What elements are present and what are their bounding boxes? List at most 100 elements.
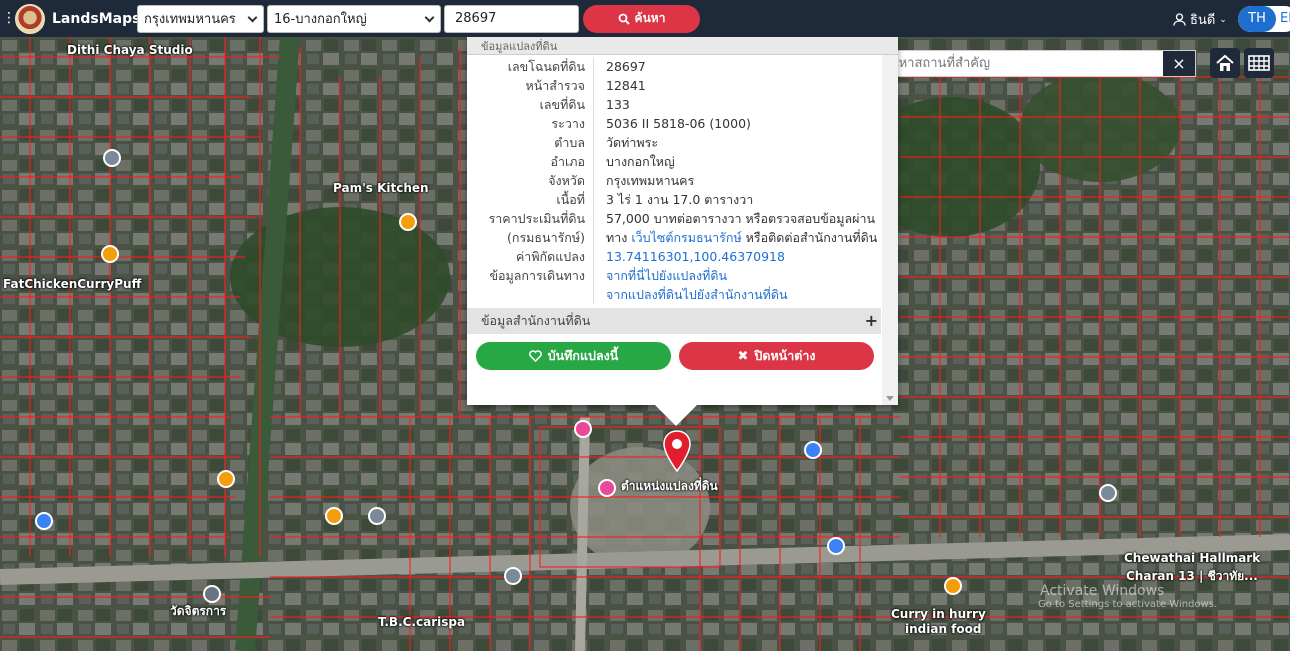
info-row-treasury: (กรมธนารักษ์) ทาง เว็บไซต์กรมธนารักษ์ หร… (467, 228, 881, 247)
map-label-curry-hurry: Curry in hurry (891, 607, 986, 621)
menu-icon[interactable]: ⋮ (2, 0, 16, 37)
province-select[interactable]: กรุงเทพมหานคร (137, 4, 264, 33)
map-label-pams-kitchen: Pam's Kitchen (333, 181, 429, 195)
info-row-directions: ข้อมูลการเดินทาง จากที่นี่ไปยังแปลงที่ดิ… (467, 266, 881, 285)
map-label-land-marker: ตำแหน่งแปลงที่ดิน (621, 479, 718, 493)
brand-name[interactable]: LandsMaps (52, 11, 140, 27)
map-label-fat-chicken: FatChickenCurryPuff (3, 277, 142, 291)
temple-poi-icon[interactable] (203, 585, 221, 603)
info-value: 5036 II 5818-06 (1000) (606, 116, 751, 131)
user-icon (1173, 13, 1186, 26)
info-row-deed: เลขโฉนดที่ดิน 28697 (467, 57, 881, 76)
language-toggle[interactable]: TH EN (1238, 6, 1290, 32)
search-icon (618, 13, 630, 25)
hotel-poi-icon[interactable] (598, 479, 616, 497)
expand-plus-icon[interactable]: + (865, 308, 878, 334)
home-button[interactable] (1210, 48, 1240, 78)
value-prefix: ทาง (606, 230, 632, 245)
chevron-down-icon: ⌄ (1219, 14, 1227, 25)
deed-number-input[interactable] (444, 4, 579, 33)
lang-en[interactable]: EN (1280, 6, 1290, 32)
shopping-poi-icon[interactable] (827, 537, 845, 555)
info-value: 57,000 บาทต่อตารางวา หรือตรวจสอบข้อมูลผ่… (606, 211, 876, 226)
info-value: วัดท่าพระ (606, 135, 659, 150)
info-value: 133 (606, 97, 630, 112)
map-label-dithi-chaya: Dithi Chaya Studio (67, 43, 193, 57)
restaurant-poi-icon[interactable] (101, 245, 119, 263)
save-parcel-label: บันทึกแปลงนี้ (547, 348, 619, 363)
info-label: อำเภอ (467, 152, 594, 171)
os-activation-watermark: Activate Windows Go to Settings to activ… (1038, 583, 1218, 610)
place-search-box: × (876, 50, 1196, 77)
map-poi-icon[interactable] (103, 149, 121, 167)
land-office-section-label: ข้อมูลสำนักงานที่ดิน (481, 313, 591, 328)
home-icon (1216, 54, 1234, 71)
watermark-title: Activate Windows (1040, 583, 1165, 599)
search-button-label: ค้นหา (634, 11, 666, 25)
grid-icon (1248, 55, 1270, 71)
district-select[interactable]: 16-บางกอกใหญ่ (267, 4, 441, 33)
info-value: จากที่นี่ไปยังแปลงที่ดิน (594, 266, 727, 285)
directions-to-parcel-link[interactable]: จากที่นี่ไปยังแปลงที่ดิน (606, 268, 727, 283)
grid-toggle-button[interactable] (1244, 48, 1274, 78)
save-parcel-button[interactable]: บันทึกแปลงนี้ (476, 342, 671, 370)
info-label: หน้าสำรวจ (467, 76, 594, 95)
close-window-label: ปิดหน้าต่าง (754, 348, 816, 363)
place-search-input[interactable] (877, 51, 1167, 76)
info-row-appraisal: ราคาประเมินที่ดิน 57,000 บาทต่อตารางวา ห… (467, 209, 881, 228)
restaurant-poi-icon[interactable] (217, 470, 235, 488)
shopping-poi-icon[interactable] (35, 512, 53, 530)
info-value: 3 ไร่ 1 งาน 17.0 ตารางวา (606, 192, 754, 207)
info-label: ตำบล (467, 133, 594, 152)
scroll-down-icon[interactable] (886, 396, 894, 401)
chevron-down-icon (424, 12, 435, 22)
info-row-subdistrict: ตำบล วัดท่าพระ (467, 133, 881, 152)
info-value: 13.74116301,100.46370918 (594, 247, 785, 266)
landsmaps-logo[interactable] (15, 3, 45, 34)
search-button[interactable]: ค้นหา (583, 4, 700, 33)
school-poi-icon[interactable] (1099, 484, 1117, 502)
info-row-land-number: เลขที่ดิน 133 (467, 95, 881, 114)
treasury-website-link[interactable]: เว็บไซต์กรมธนารักษ์ (631, 230, 741, 245)
map-label-chewathai: Chewathai Hallmark (1124, 551, 1261, 565)
info-label: เลขโฉนดที่ดิน (467, 57, 594, 76)
info-value: 28697 (606, 59, 646, 74)
chevron-down-icon (247, 12, 258, 22)
map-label-indian-food: indian food (905, 622, 982, 636)
parcel-info-table: เลขโฉนดที่ดิน 28697 หน้าสำรวจ 12841 เลขท… (467, 57, 881, 304)
info-row-map-sheet: ระวาง 5036 II 5818-06 (1000) (467, 114, 881, 133)
map-poi-icon[interactable] (504, 567, 522, 585)
info-label: เนื้อที่ (467, 190, 594, 209)
user-menu[interactable]: ธินดี ⌄ (1173, 9, 1227, 30)
directions-to-office-link[interactable]: จากแปลงที่ดินไปยังสำนักงานที่ดิน (606, 287, 788, 302)
info-label: (กรมธนารักษ์) (467, 228, 594, 247)
hotel-poi-icon[interactable] (574, 420, 592, 438)
value-suffix: หรือติดต่อสำนักงานที่ดิน (741, 230, 878, 245)
close-icon: ✖ (737, 348, 749, 364)
info-row-area: เนื้อที่ 3 ไร่ 1 งาน 17.0 ตารางวา (467, 190, 881, 209)
info-row-coordinates: ค่าพิกัดแปลง 13.74116301,100.46370918 (467, 247, 881, 266)
map-label-wat: วัดจิตรการ (170, 604, 227, 618)
info-value: ทาง เว็บไซต์กรมธนารักษ์ หรือติดต่อสำนักง… (594, 228, 877, 247)
parcel-location-pin-icon[interactable] (661, 429, 693, 473)
popup-scrollbar[interactable] (882, 55, 898, 405)
land-office-section[interactable]: ข้อมูลสำนักงานที่ดิน + (467, 308, 881, 334)
info-label: ข้อมูลการเดินทาง (467, 266, 594, 285)
info-label: ราคาประเมินที่ดิน (467, 209, 594, 228)
restaurant-poi-icon[interactable] (325, 507, 343, 525)
info-row-district: อำเภอ บางกอกใหญ่ (467, 152, 881, 171)
restaurant-poi-icon[interactable] (399, 213, 417, 231)
clear-icon[interactable]: × (1163, 51, 1195, 76)
top-bar: ⋮ LandsMaps กรุงเทพมหานคร 16-บางกอกใหญ่ … (0, 0, 1290, 37)
school-poi-icon[interactable] (368, 507, 386, 525)
info-row-province: จังหวัด กรุงเทพมหานคร (467, 171, 881, 190)
parcel-info-popup: ข้อมูลแปลงที่ดิน เลขโฉนดที่ดิน 28697 หน้… (467, 37, 898, 405)
watermark-subtitle: Go to Settings to activate Windows. (1038, 599, 1218, 610)
lang-th[interactable]: TH (1238, 6, 1276, 32)
shopping-poi-icon[interactable] (804, 441, 822, 459)
info-value: 12841 (606, 78, 646, 93)
restaurant-poi-icon[interactable] (944, 577, 962, 595)
coordinates-link[interactable]: 13.74116301,100.46370918 (606, 249, 785, 264)
close-window-button[interactable]: ✖ ปิดหน้าต่าง (679, 342, 874, 370)
popup-header: ข้อมูลแปลงที่ดิน (467, 37, 898, 55)
